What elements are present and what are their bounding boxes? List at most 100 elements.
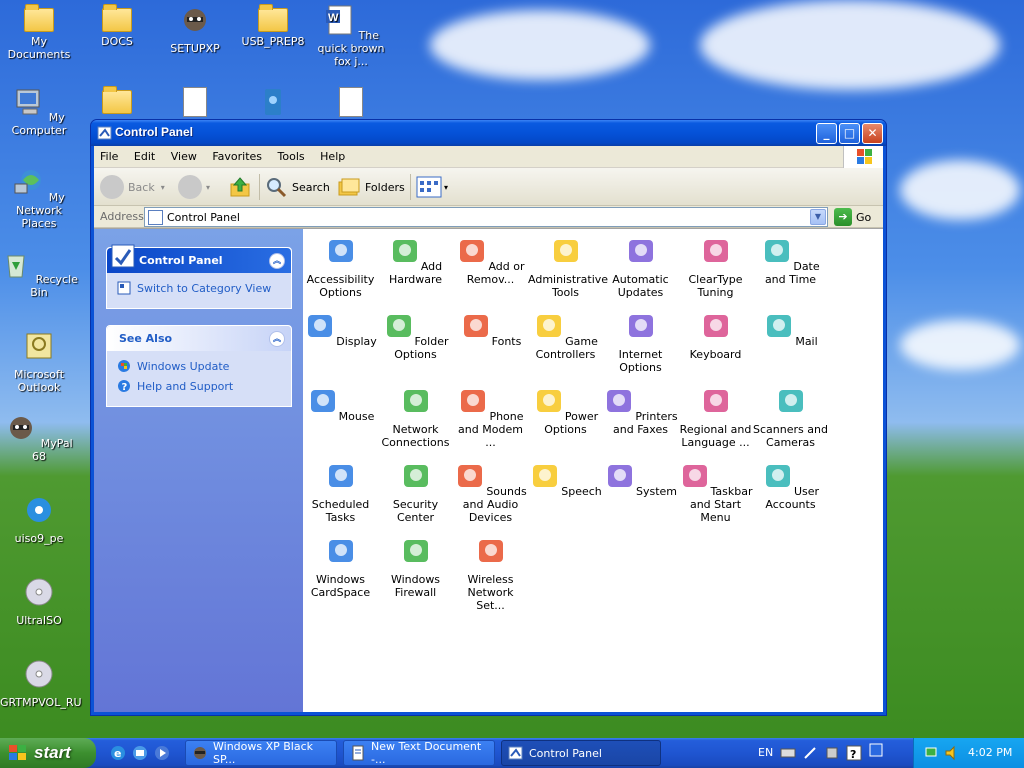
control-panel-item[interactable]: ClearType Tuning (678, 234, 753, 299)
desktop-icon-folder[interactable] (78, 86, 156, 117)
forward-arrow-icon (178, 175, 202, 199)
control-panel-item[interactable]: Game Controllers (528, 309, 603, 361)
desktop-icon-my-network-places[interactable]: My Network Places (0, 166, 78, 230)
desktop-icon-my-computer[interactable]: My Computer (0, 86, 78, 137)
control-panel-item[interactable]: Mail (753, 309, 828, 348)
control-panel-item[interactable]: Automatic Updates (603, 234, 678, 299)
address-input[interactable]: Control Panel ▼ (144, 207, 828, 227)
menu-favorites[interactable]: Favorites (206, 146, 268, 167)
control-panel-item[interactable]: Date and Time (753, 234, 828, 286)
maximize-button[interactable]: □ (839, 123, 860, 144)
control-panel-item[interactable]: System (603, 459, 678, 498)
control-panel-item[interactable]: Wireless Network Set... (453, 534, 528, 612)
control-panel-item-label: Fonts (491, 335, 522, 348)
control-panel-item[interactable]: Folder Options (378, 309, 453, 361)
internet-explorer-icon[interactable]: e (110, 745, 126, 761)
control-panel-item[interactable]: Scanners and Cameras (753, 384, 828, 449)
menu-tools[interactable]: Tools (272, 146, 311, 167)
up-folder-button[interactable] (228, 173, 252, 201)
folders-button[interactable]: Folders (337, 173, 405, 201)
address-dropdown-button[interactable]: ▼ (810, 209, 826, 225)
desktop-icon-mypal[interactable]: MyPal 68 (0, 412, 78, 463)
control-panel-item[interactable]: Scheduled Tasks (303, 459, 378, 524)
desktop-icon-my-documents[interactable]: My Documents (0, 4, 78, 61)
firewall-icon (403, 540, 428, 562)
control-panel-tasks-header[interactable]: Control Panel ︽ (107, 244, 291, 273)
title-bar[interactable]: Control Panel _ □ ✕ (91, 120, 886, 146)
minimize-button[interactable]: _ (816, 123, 837, 144)
pen-icon[interactable] (802, 745, 818, 761)
control-panel-item[interactable]: Add Hardware (378, 234, 453, 286)
back-button[interactable]: Back ▾ (100, 173, 165, 201)
see-also-header[interactable]: See Also ︽ (107, 326, 291, 351)
desktop-icon-exe2[interactable] (312, 86, 390, 120)
menu-view[interactable]: View (165, 146, 203, 167)
desktop-icon-ultraiso[interactable]: UltraISO (0, 576, 78, 627)
desktop-icon-usb-prep8[interactable]: USB_PREP8 (234, 4, 312, 48)
control-panel-item[interactable]: Regional and Language ... (678, 384, 753, 449)
task-control-panel[interactable]: Control Panel (501, 740, 661, 766)
control-panel-item[interactable]: Internet Options (603, 309, 678, 374)
desktop-icon-setupxp[interactable]: SETUPXP (156, 4, 234, 55)
address-bar: Address Control Panel ▼ ➔ Go (94, 206, 883, 228)
collapse-icon[interactable]: ︽ (269, 331, 285, 347)
desktop-icon-recycle-bin[interactable]: Recycle Bin (0, 248, 78, 299)
menu-help[interactable]: Help (314, 146, 351, 167)
control-panel-item[interactable]: Display (303, 309, 378, 348)
language-indicator[interactable]: EN (758, 746, 773, 759)
control-panel-item[interactable]: Speech (528, 459, 603, 498)
control-panel-item[interactable]: Printers and Faxes (603, 384, 678, 436)
desktop-icon-exe[interactable] (156, 86, 234, 120)
network-tray-icon[interactable] (924, 745, 940, 761)
control-panel-item[interactable]: Keyboard (678, 309, 753, 361)
menu-edit[interactable]: Edit (128, 146, 161, 167)
control-panel-item[interactable]: Windows Firewall (378, 534, 453, 599)
installer-icon (265, 89, 281, 115)
control-panel-item[interactable]: User Accounts (753, 459, 828, 511)
outlook-express-icon[interactable] (132, 745, 148, 761)
desktop-icon-docs[interactable]: DOCS (78, 4, 156, 48)
control-panel-item[interactable]: Power Options (528, 384, 603, 436)
clock[interactable]: 4:02 PM (968, 746, 1012, 759)
keyboard-icon[interactable] (780, 745, 796, 761)
clock-icon (765, 240, 790, 262)
tools-icon[interactable] (824, 745, 840, 761)
close-button[interactable]: ✕ (862, 123, 883, 144)
control-panel-item[interactable]: Phone and Modem ... (453, 384, 528, 449)
scheduled-icon (328, 465, 353, 487)
collapse-icon[interactable]: ︽ (269, 253, 285, 269)
views-button[interactable]: ▾ (416, 173, 448, 201)
control-panel-item[interactable]: Sounds and Audio Devices (453, 459, 528, 524)
control-panel-item[interactable]: Add or Remov... (453, 234, 528, 286)
category-view-icon (117, 281, 131, 295)
forward-button[interactable]: ▾ (178, 173, 210, 201)
control-panel-item[interactable]: Fonts (453, 309, 528, 348)
volume-icon[interactable] (944, 745, 960, 761)
menu-file[interactable]: File (94, 146, 124, 167)
start-button[interactable]: start (0, 738, 96, 768)
windows-update-link[interactable]: Windows Update (107, 351, 291, 376)
control-panel-item[interactable]: Security Center (378, 459, 453, 524)
control-panel-item[interactable]: Administrative Tools (528, 234, 608, 299)
search-button[interactable]: Search (264, 173, 330, 201)
help-and-support-link[interactable]: ? Help and Support (107, 376, 291, 396)
accessibility-icon (328, 240, 353, 262)
desktop-icon-text-document[interactable]: W The quick brown fox j... (312, 4, 390, 68)
control-panel-item-label: Speech (561, 485, 602, 498)
options-icon[interactable] (868, 742, 884, 758)
help-icon[interactable]: ? (846, 745, 862, 761)
task-new-text-document[interactable]: New Text Document -... (343, 740, 495, 766)
media-player-icon[interactable] (154, 745, 170, 761)
control-panel-item[interactable]: Taskbar and Start Menu (678, 459, 753, 524)
desktop-icon-uiso9-pe[interactable]: uiso9_pe (0, 494, 78, 545)
control-panel-item[interactable]: Accessibility Options (303, 234, 378, 299)
switch-to-category-view-link[interactable]: Switch to Category View (107, 273, 291, 298)
windows-logo (843, 146, 883, 168)
desktop-icon-grtmpvol-ru[interactable]: GRTMPVOL_RU (0, 658, 82, 709)
task-windows-xp-black[interactable]: Windows XP Black SP... (185, 740, 337, 766)
go-button[interactable]: ➔ Go (834, 207, 871, 227)
desktop-icon-microsoft-outlook[interactable]: Microsoft Outlook (0, 330, 78, 394)
control-panel-item[interactable]: Network Connections (378, 384, 453, 449)
control-panel-item[interactable]: Mouse (303, 384, 378, 423)
control-panel-item[interactable]: Windows CardSpace (303, 534, 378, 599)
